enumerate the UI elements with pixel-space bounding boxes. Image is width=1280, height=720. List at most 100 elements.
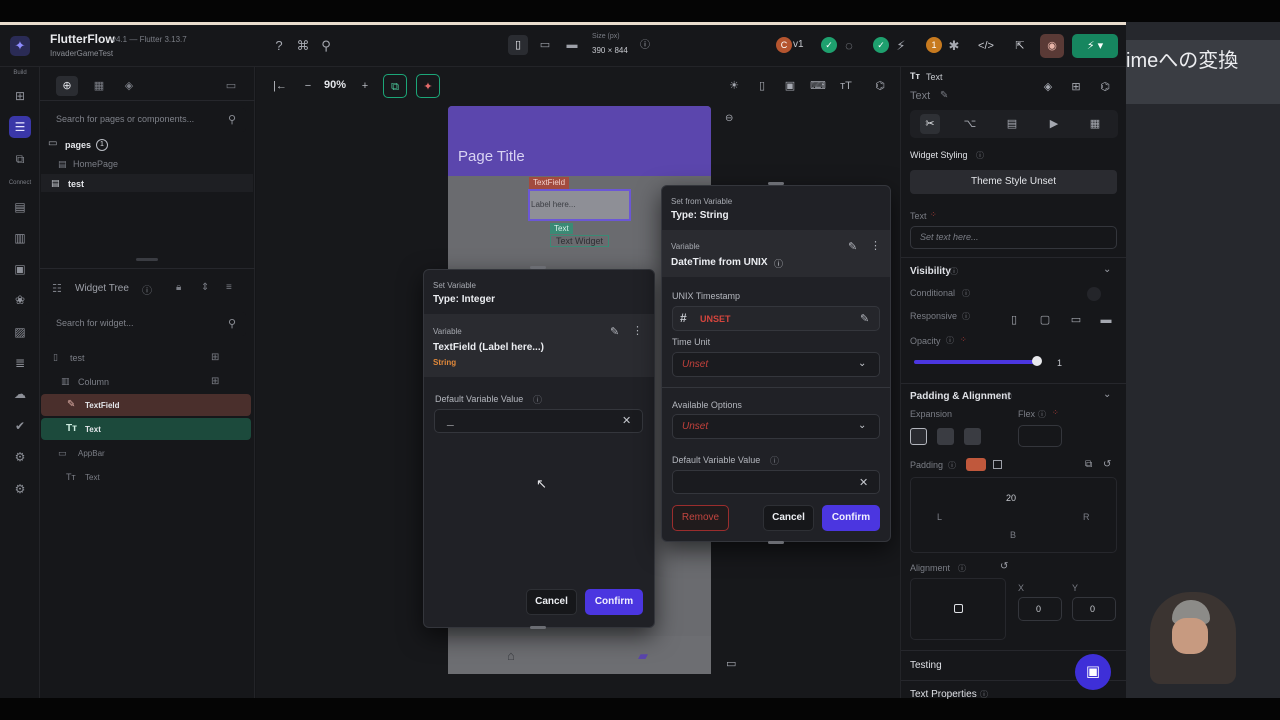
testing-heading[interactable]: Testing — [910, 660, 942, 671]
info-icon[interactable]: ⓘ — [1004, 391, 1012, 402]
info-icon[interactable]: ⓘ — [770, 454, 779, 467]
chevron-down-icon[interactable]: ⌄ — [1103, 264, 1111, 275]
zoom-in-button[interactable]: + — [353, 74, 377, 98]
tests-icon[interactable]: ✔ — [9, 415, 31, 437]
structure-icon[interactable]: ⌬ — [870, 76, 890, 96]
version-badge[interactable]: v1 — [793, 39, 804, 50]
default-value-input[interactable] — [672, 470, 880, 494]
cancel-button[interactable]: Cancel — [526, 589, 577, 615]
visibility-heading[interactable]: Visibility — [910, 266, 951, 277]
reset-icon[interactable]: ↺ — [1000, 561, 1008, 572]
flutterflow-logo-icon[interactable]: ✦ — [10, 36, 30, 56]
cancel-button[interactable]: Cancel — [763, 505, 814, 531]
flex-input[interactable] — [1018, 425, 1062, 447]
chat-icon[interactable]: ◌ — [840, 37, 858, 55]
edit-icon[interactable]: ✎ — [860, 312, 869, 325]
link-icon[interactable]: ⊖ — [725, 113, 733, 124]
bug-icon[interactable]: ✱ — [945, 37, 963, 55]
add-child-icon[interactable]: ⊞ — [211, 376, 219, 387]
clear-icon[interactable]: ✕ — [859, 476, 868, 489]
alignment-center-point[interactable] — [954, 604, 963, 613]
padding-uniform-toggle[interactable] — [966, 458, 986, 471]
animation-tab-icon[interactable]: ▶ — [1044, 114, 1064, 134]
custom-code-icon[interactable]: ≣ — [9, 352, 31, 374]
backend-tab-icon[interactable]: ▤ — [1002, 114, 1022, 134]
preview-eye-icon[interactable]: ◉ — [1040, 34, 1064, 58]
info-icon[interactable]: ⓘ — [948, 460, 956, 471]
command-icon[interactable]: ⌘ — [294, 37, 312, 55]
diamond-icon[interactable]: ◈ — [1038, 77, 1058, 97]
padding-individual-toggle[interactable] — [993, 460, 1002, 469]
page-item-homepage[interactable]: HomePage — [73, 159, 118, 169]
info-icon[interactable]: ⓘ — [533, 393, 542, 406]
info-icon[interactable]: ⓘ — [950, 266, 958, 277]
reset-icon[interactable]: ↺ — [1103, 459, 1111, 470]
info-icon[interactable]: ⓘ — [774, 257, 783, 270]
phone-preview-icon[interactable]: ▯ — [752, 76, 772, 96]
info-icon[interactable]: ⓘ — [958, 563, 966, 574]
zoom-out-button[interactable]: − — [296, 74, 320, 98]
tree-item-text[interactable]: Text — [85, 425, 101, 434]
tree-item-textfield[interactable]: TextField — [85, 401, 120, 410]
run-button[interactable]: ⚡ ▾ — [1072, 34, 1118, 58]
widget-tree-icon[interactable]: ☰ — [9, 116, 31, 138]
drag-handle[interactable] — [530, 266, 546, 269]
integrations-icon[interactable]: ⚙ — [9, 446, 31, 468]
docs-tab-icon[interactable]: ▦ — [1085, 114, 1105, 134]
add-component-icon[interactable]: ⊞ — [1066, 77, 1086, 97]
variable-icon[interactable]: ⁘ — [960, 335, 967, 344]
tree-item-column[interactable]: Column — [78, 377, 109, 387]
resize-handle[interactable] — [136, 258, 158, 261]
drag-handle[interactable] — [768, 541, 784, 544]
warning-count-icon[interactable]: 1 — [926, 37, 942, 53]
edit-icon[interactable]: ✎ — [610, 325, 619, 338]
expand-icon[interactable]: ⇕ — [201, 282, 209, 293]
desktop-visibility-icon[interactable]: ▬ — [1096, 310, 1116, 330]
info-icon[interactable]: ⓘ — [980, 689, 988, 700]
chevron-down-icon[interactable]: ⌄ — [1103, 389, 1111, 400]
info-icon[interactable]: ⓘ — [962, 311, 970, 322]
canvas-debug-icon[interactable]: ✦ — [416, 74, 440, 98]
confirm-button[interactable]: Confirm — [822, 505, 880, 531]
phone-appbar[interactable] — [448, 106, 711, 176]
lock-icon[interactable]: 🔒︎ — [176, 282, 181, 293]
info-icon[interactable]: ⓘ — [142, 282, 152, 297]
check-icon[interactable]: ✓ — [821, 37, 837, 53]
clear-icon[interactable]: ✕ — [622, 414, 631, 427]
drag-handle[interactable] — [768, 182, 784, 185]
wrap-icon[interactable]: ⌬ — [1095, 77, 1115, 97]
page-item-test[interactable]: test — [68, 179, 84, 189]
filter-icon[interactable]: ≡ — [226, 282, 232, 293]
device-frame-icon[interactable]: ▭ — [726, 657, 736, 670]
variable-icon[interactable]: ⁘ — [1052, 408, 1059, 417]
add-widget-icon[interactable]: ⊞ — [9, 85, 31, 107]
more-icon[interactable]: ⋮ — [870, 239, 881, 252]
database-icon[interactable]: ▤ — [9, 196, 31, 218]
widget-name[interactable]: Text — [910, 90, 930, 102]
device-tablet-button[interactable]: ▭ — [535, 35, 555, 55]
info-icon[interactable]: ⓘ — [962, 288, 970, 299]
variable-icon[interactable]: ⁘ — [930, 210, 937, 219]
pages-tab-icon[interactable]: ⊕ — [56, 76, 78, 96]
media-icon[interactable]: ▨ — [9, 321, 31, 343]
app-state-icon[interactable]: ▣ — [9, 258, 31, 280]
lightning-icon[interactable]: ⚡ — [892, 37, 910, 55]
opacity-slider[interactable] — [914, 360, 1038, 364]
home-icon[interactable]: ⌂ — [507, 648, 515, 663]
tree-item-test[interactable]: test — [70, 353, 85, 363]
add-child-icon[interactable]: ⊞ — [211, 352, 219, 363]
info-icon[interactable]: ⓘ — [976, 150, 984, 161]
check-icon[interactable]: ✓ — [873, 37, 889, 53]
collapse-panel-icon[interactable]: |← — [268, 74, 292, 98]
brightness-icon[interactable]: ☀ — [724, 76, 744, 96]
pages-folder[interactable]: pages — [65, 140, 91, 150]
expansion-expanded-button[interactable] — [964, 428, 981, 445]
api-icon[interactable]: ▥ — [9, 227, 31, 249]
text-scale-icon[interactable]: тT — [836, 76, 856, 96]
search-icon[interactable]: ⚲ — [317, 37, 335, 55]
text-widget-preview[interactable]: Text Widget — [550, 235, 609, 247]
edit-icon[interactable]: ✎ — [940, 90, 948, 101]
default-value-input[interactable] — [434, 409, 643, 433]
open-external-icon[interactable]: ⇱ — [1008, 34, 1032, 58]
tablet-visibility-icon[interactable]: ▢ — [1035, 310, 1055, 330]
